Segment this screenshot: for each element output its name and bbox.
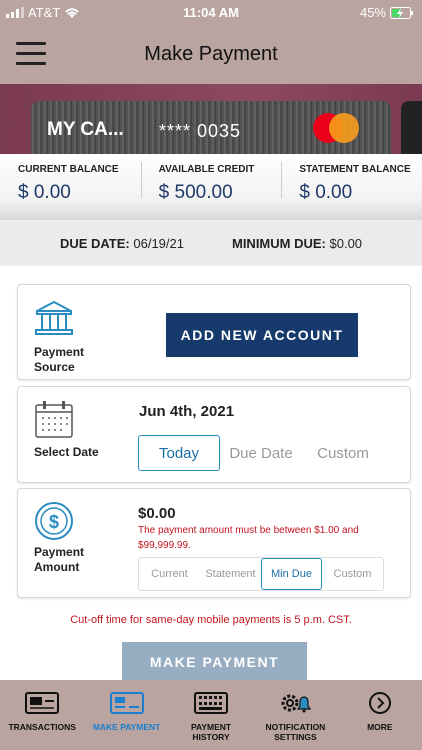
tab-notification-settings[interactable]: NOTIFICATION SETTINGS <box>253 680 337 750</box>
payment-source-section: Payment Source ADD NEW ACCOUNT <box>17 284 411 380</box>
amount-option-current[interactable]: Current <box>139 558 200 590</box>
statement-balance: STATEMENT BALANCE $ 0.00 <box>281 154 422 220</box>
payment-amount-value[interactable]: $0.00 <box>138 505 176 522</box>
amount-option-custom[interactable]: Custom <box>322 558 383 590</box>
payment-amount-section: $ Payment Amount $0.00 The payment amount… <box>17 488 411 598</box>
amount-error-message: The payment amount must be between $1.00… <box>138 525 359 551</box>
chevron-right-circle-icon <box>368 692 391 714</box>
svg-text:$: $ <box>49 512 59 532</box>
due-info: DUE DATE: 06/19/21 MINIMUM DUE: $0.00 <box>0 222 422 264</box>
payment-history-icon <box>194 692 229 714</box>
clock: 11:04 AM <box>183 5 239 20</box>
add-new-account-button[interactable]: ADD NEW ACCOUNT <box>166 313 358 357</box>
gear-bell-icon <box>281 694 312 713</box>
card-carousel[interactable]: MY CA... **** 0035 <box>0 84 422 154</box>
tab-payment-history[interactable]: PAYMENT HISTORY <box>169 680 253 750</box>
date-option-group: Today Due Date Custom <box>138 435 384 471</box>
select-date-label: Select Date <box>34 445 99 459</box>
payment-form: Payment Source ADD NEW ACCOUNT Select Dat… <box>0 266 422 682</box>
make-payment-card-icon <box>109 692 144 714</box>
amount-option-min-due[interactable]: Min Due <box>261 558 322 590</box>
battery-charging-icon <box>390 6 413 19</box>
transactions-icon <box>25 692 60 714</box>
current-balance: CURRENT BALANCE $ 0.00 <box>18 164 119 203</box>
dollar-coin-icon: $ <box>35 502 73 540</box>
status-bar: AT&T 11:04 AM 45% <box>0 0 422 24</box>
next-card-peek[interactable] <box>401 101 422 154</box>
app-header: Make Payment <box>0 24 422 84</box>
tab-make-payment[interactable]: MAKE PAYMENT <box>84 680 168 750</box>
payment-source-label: Payment Source <box>34 345 85 374</box>
amount-option-statement[interactable]: Statement <box>200 558 261 590</box>
battery-percent: 45% <box>359 5 386 20</box>
bank-icon <box>35 300 73 335</box>
date-option-due-date[interactable]: Due Date <box>220 435 302 471</box>
make-payment-button[interactable]: MAKE PAYMENT <box>122 642 307 682</box>
select-date-section: Select Date Jun 4th, 2021 Today Due Date… <box>17 386 411 483</box>
battery: 45% <box>360 5 414 20</box>
bottom-tab-bar: TRANSACTIONS MAKE PAYMENT PAYMENT HISTORY… <box>0 680 422 750</box>
minimum-due: MINIMUM DUE: $0.00 <box>231 235 363 251</box>
cutoff-notice: Cut-off time for same-day mobile payment… <box>70 614 352 626</box>
credit-card[interactable]: MY CA... **** 0035 <box>31 101 391 154</box>
tab-more[interactable]: MORE <box>338 680 422 750</box>
selected-date: Jun 4th, 2021 <box>139 403 235 420</box>
due-date: DUE DATE: 06/19/21 <box>59 235 184 251</box>
amount-option-group: Current Statement Min Due Custom <box>138 557 384 591</box>
card-name: MY CA... <box>47 119 124 140</box>
page-title: Make Payment <box>144 43 278 65</box>
card-number: **** 0035 <box>159 121 242 141</box>
date-option-custom[interactable]: Custom <box>302 435 384 471</box>
tab-transactions[interactable]: TRANSACTIONS <box>0 680 84 750</box>
available-credit: AVAILABLE CREDIT $ 500.00 <box>140 154 282 220</box>
mastercard-logo-icon <box>313 113 359 143</box>
calendar-icon <box>35 401 73 438</box>
date-option-today[interactable]: Today <box>138 435 220 471</box>
payment-amount-label: Payment Amount <box>34 545 85 574</box>
balance-summary: CURRENT BALANCE $ 0.00 AVAILABLE CREDIT … <box>0 154 422 220</box>
